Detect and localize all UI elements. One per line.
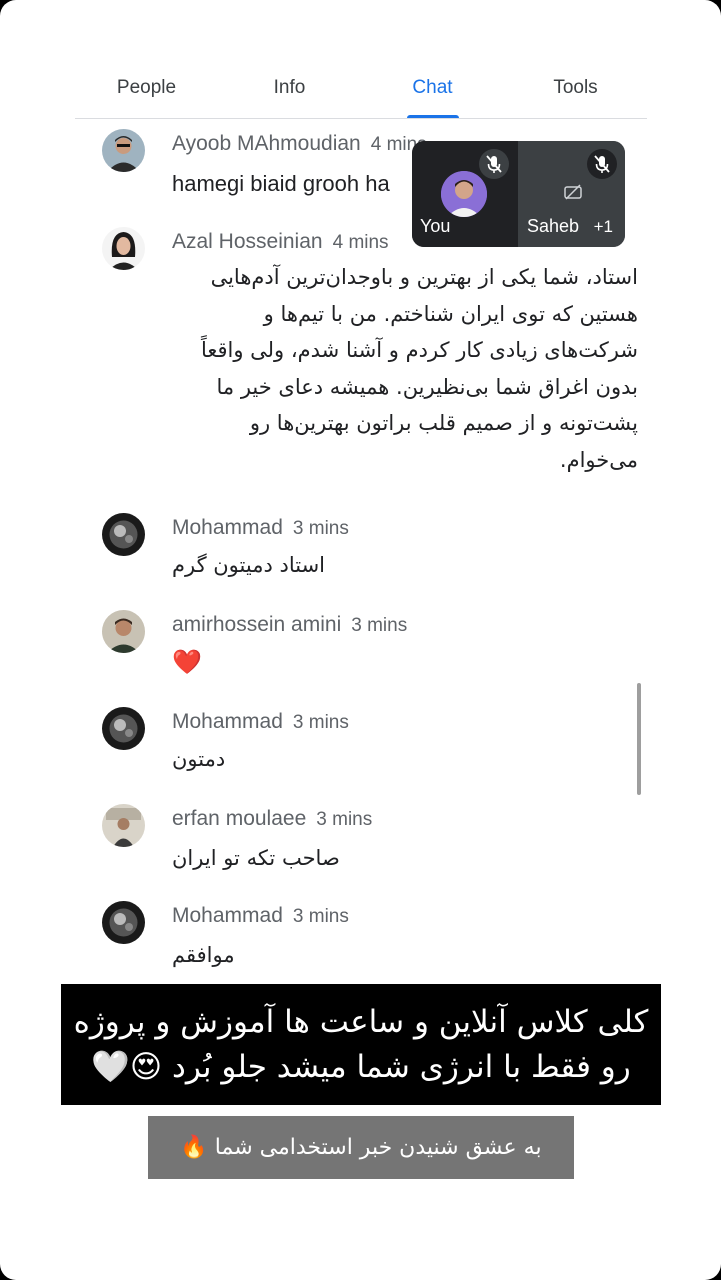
message-text: صاحب تکه تو ایران xyxy=(172,846,340,870)
sender-name: Mohammad 3 mins xyxy=(172,904,349,927)
mic-off-icon xyxy=(587,149,617,179)
mic-off-icon xyxy=(479,149,509,179)
self-label: You xyxy=(420,216,451,236)
participant-video-tile[interactable]: Saheb +1 xyxy=(519,141,625,247)
tab-chat[interactable]: Chat xyxy=(361,72,504,116)
message-text: موافقم xyxy=(172,943,235,967)
message-text: استاد دمیتون گرم xyxy=(172,553,325,577)
video-pip[interactable]: You Saheb +1 xyxy=(412,141,625,247)
message-text: دمتون xyxy=(172,747,226,771)
caption-box-gray: به عشق شنیدن خبر استخدامی شما 🔥 xyxy=(148,1116,574,1179)
message-time: 3 mins xyxy=(316,809,373,830)
sender-name: erfan moulaee 3 mins xyxy=(172,807,373,830)
message-text: ❤️ xyxy=(172,649,202,676)
avatar xyxy=(102,804,145,847)
meet-chat-screen: People Info Chat Tools Ayoob MAhmoudian 4… xyxy=(0,0,721,1280)
avatar xyxy=(102,129,145,172)
caption-line-2: رو فقط با انرژی شما میشد جلو بُرد 😍🤍 xyxy=(91,1049,631,1085)
tabs-divider xyxy=(75,118,647,119)
tab-tools[interactable]: Tools xyxy=(504,72,647,116)
caption-line-1: کلی کلاس آنلاین و ساعت ها آموزش و پروژه xyxy=(73,1004,649,1040)
message-text: hamegi biaid grooh ha xyxy=(172,171,390,196)
self-video-tile[interactable]: You xyxy=(412,141,518,247)
message-text: استاد، شما یکی از بهترین و باوجدان‌ترین … xyxy=(200,265,638,472)
camera-off-icon xyxy=(564,184,582,200)
sender-name: Azal Hosseinian 4 mins xyxy=(172,230,389,253)
self-avatar xyxy=(441,171,487,217)
sender-name: amirhossein amini 3 mins xyxy=(172,613,408,636)
avatar xyxy=(102,901,145,944)
message-time: 3 mins xyxy=(292,518,349,539)
tab-info[interactable]: Info xyxy=(218,72,361,116)
message-time: 3 mins xyxy=(292,712,349,733)
message-time: 3 mins xyxy=(292,906,349,927)
extra-participants-count: +1 xyxy=(593,217,613,236)
sender-name: Mohammad 3 mins xyxy=(172,710,349,733)
avatar xyxy=(102,227,145,270)
tab-people[interactable]: People xyxy=(75,72,218,116)
message-time: 3 mins xyxy=(351,615,408,636)
participant-label: Saheb xyxy=(527,216,580,236)
avatar xyxy=(102,707,145,750)
caption-box-black: کلی کلاس آنلاین و ساعت ها آموزش و پروژه … xyxy=(61,984,661,1105)
avatar xyxy=(102,610,145,653)
message-time: 4 mins xyxy=(332,232,389,253)
sender-name: Ayoob MAhmoudian 4 mins xyxy=(172,132,427,155)
chat-scrollbar[interactable] xyxy=(637,683,641,795)
sender-name: Mohammad 3 mins xyxy=(172,516,349,539)
panel-tabs: People Info Chat Tools xyxy=(75,72,647,119)
avatar xyxy=(102,513,145,556)
